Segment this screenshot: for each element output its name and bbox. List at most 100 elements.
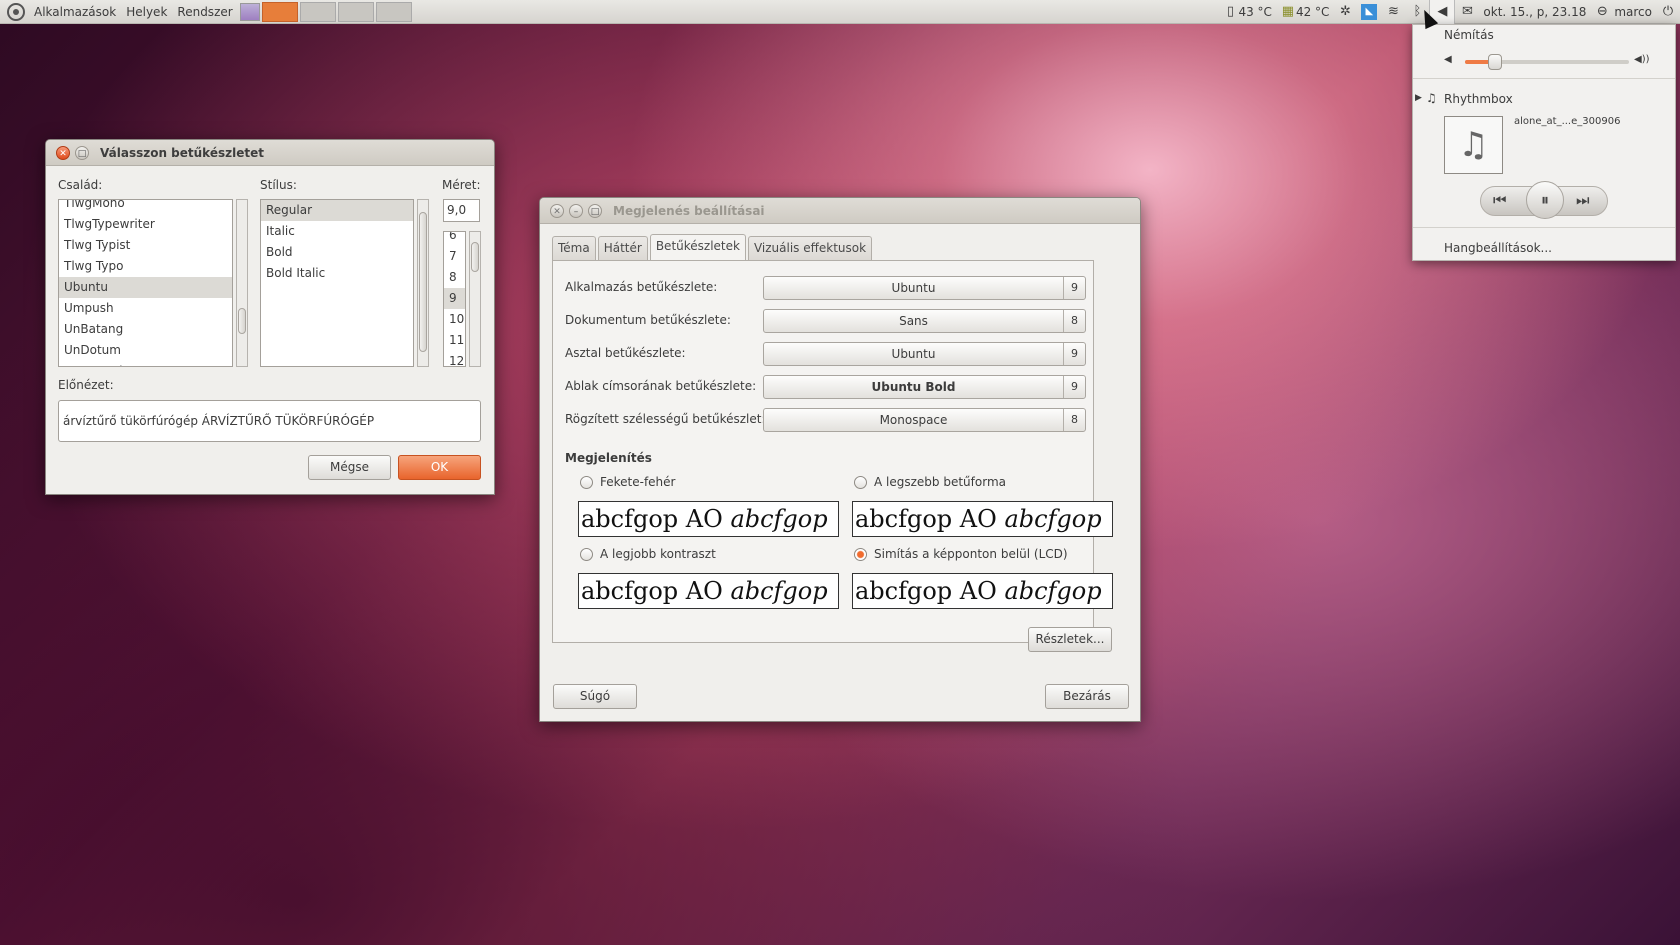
- family-list[interactable]: TlwgMono TlwgTypewriter Tlwg Typist Tlwg Ty…: [58, 199, 233, 367]
- wifi-icon: ≋: [1387, 3, 1399, 19]
- gpu-temp-indicator[interactable]: ▦ 42 °C: [1276, 0, 1333, 24]
- close-button[interactable]: ✕: [550, 203, 564, 218]
- close-window-button[interactable]: Bezárás: [1045, 684, 1129, 709]
- size-list-item[interactable]: 7: [444, 246, 465, 267]
- sound-menu: Némítás ◀ ◀)) ▶ ♫ Rhythmbox ♫ alone_at_.…: [1412, 24, 1676, 261]
- style-scrollbar[interactable]: [417, 199, 429, 367]
- user-indicator[interactable]: ⊖ marco: [1590, 0, 1656, 24]
- previous-track-icon[interactable]: ⏮: [1493, 191, 1507, 209]
- size-scrollbar[interactable]: [469, 231, 481, 367]
- radio-monochrome[interactable]: [580, 476, 593, 489]
- album-art: ♫: [1444, 116, 1503, 174]
- tab-bar: Téma Háttér Betűkészletek Vizuális effek…: [552, 234, 874, 260]
- radio-best-contrast[interactable]: [580, 548, 593, 561]
- workspace-2[interactable]: [299, 1, 336, 22]
- details-button[interactable]: Részletek...: [1028, 627, 1112, 652]
- titlebar: ✕ □ Válasszon betűkészletet: [46, 140, 494, 166]
- taskbar-window-font-dialog[interactable]: [261, 1, 298, 22]
- close-button[interactable]: ✕: [56, 145, 70, 160]
- tab-background[interactable]: Háttér: [597, 236, 648, 260]
- launcher-icon[interactable]: [239, 2, 260, 21]
- family-list-item[interactable]: TlwgMono: [59, 200, 232, 214]
- size-list[interactable]: 6 7 8 9 10 11 12: [443, 231, 466, 367]
- pause-icon: ⏸: [1540, 190, 1549, 209]
- fan-indicator[interactable]: ✲: [1333, 0, 1357, 24]
- radio-best-shapes[interactable]: [854, 476, 867, 489]
- sample-best-shapes[interactable]: abcfgop AO abcfgop: [852, 501, 1113, 537]
- option-label-best-shapes[interactable]: A legszebb betűforma: [874, 475, 1006, 489]
- tab-theme[interactable]: Téma: [552, 236, 596, 260]
- style-list-item[interactable]: Bold Italic: [261, 263, 413, 284]
- session-indicator[interactable]: ⏻: [1656, 0, 1680, 24]
- sample-best-contrast[interactable]: abcfgop AO abcfgop: [578, 573, 839, 609]
- family-list-item[interactable]: Umpush: [59, 298, 232, 319]
- family-list-item[interactable]: UnDotum: [59, 340, 232, 361]
- volume-low-icon: ◀: [1444, 54, 1452, 65]
- menu-applications[interactable]: Alkalmazások: [29, 0, 121, 24]
- size-list-item[interactable]: 6: [444, 232, 465, 246]
- messaging-indicator[interactable]: ✉: [1455, 0, 1479, 24]
- mute-menu-item[interactable]: Némítás: [1444, 28, 1494, 42]
- network-indicator[interactable]: ≋: [1381, 0, 1405, 24]
- tab-visual-effects[interactable]: Vizuális effektusok: [747, 236, 873, 260]
- player-name[interactable]: Rhythmbox: [1444, 92, 1513, 106]
- family-list-item[interactable]: TlwgTypewriter: [59, 214, 232, 235]
- expander-arrow-icon[interactable]: ▶: [1415, 93, 1422, 103]
- size-list-item[interactable]: 9: [444, 288, 465, 309]
- size-list-item[interactable]: 10: [444, 309, 465, 330]
- cpu-temp-indicator[interactable]: ▯ 43 °C: [1218, 0, 1275, 24]
- family-list-item[interactable]: Tlwg Typo: [59, 256, 232, 277]
- workspace-3[interactable]: [337, 1, 374, 22]
- option-label-monochrome[interactable]: Fekete-fehér: [600, 475, 675, 489]
- desktop-font-button[interactable]: Ubuntu 9: [763, 342, 1086, 366]
- window-title-font-button[interactable]: Ubuntu Bold 9: [763, 375, 1086, 399]
- help-button[interactable]: Súgó: [553, 684, 637, 709]
- volume-slider-handle[interactable]: [1487, 54, 1502, 70]
- size-list-item[interactable]: 8: [444, 267, 465, 288]
- menu-places[interactable]: Helyek: [121, 0, 172, 24]
- radio-subpixel-lcd[interactable]: [854, 548, 867, 561]
- preview-label: Előnézet:: [58, 378, 114, 392]
- volume-slider[interactable]: [1465, 54, 1629, 70]
- window-title: Megjelenés beállításai: [613, 203, 765, 218]
- play-pause-button[interactable]: ⏸: [1526, 181, 1564, 219]
- application-font-button[interactable]: Ubuntu 9: [763, 276, 1086, 300]
- fixed-width-font-button[interactable]: Monospace 8: [763, 408, 1086, 432]
- sample-subpixel-lcd[interactable]: abcfgop AO abcfgop: [852, 573, 1113, 609]
- fonts-tab-panel: Alkalmazás betűkészlete: Ubuntu 9 Dokument…: [552, 260, 1113, 652]
- app-indicator[interactable]: ◣: [1357, 0, 1381, 24]
- power-icon: ⏻: [1662, 3, 1674, 19]
- maximize-button[interactable]: □: [588, 203, 602, 218]
- family-list-item[interactable]: UnBatang: [59, 319, 232, 340]
- sound-settings-menu-item[interactable]: Hangbeállítások...: [1444, 241, 1552, 255]
- style-list-item[interactable]: Bold: [261, 242, 413, 263]
- option-label-subpixel-lcd[interactable]: Simítás a képponton belül (LCD): [874, 547, 1068, 561]
- ok-button[interactable]: OK: [398, 455, 481, 480]
- cancel-button[interactable]: Mégse: [308, 455, 391, 480]
- speaker-icon: ◀: [1437, 3, 1448, 19]
- minimize-button[interactable]: –: [569, 203, 583, 218]
- tab-fonts[interactable]: Betűkészletek: [649, 234, 746, 260]
- style-list-item[interactable]: Regular: [261, 200, 413, 221]
- family-list-item[interactable]: Ubuntu: [59, 277, 232, 298]
- size-input[interactable]: 9,0: [443, 199, 480, 222]
- preview-field[interactable]: árvíztűrő tükörfúrógép ÁRVÍZTŰRŐ TÜKÖRFÚ…: [58, 400, 481, 442]
- size-list-item[interactable]: 12: [444, 351, 465, 366]
- next-track-icon[interactable]: ⏭: [1576, 191, 1590, 209]
- ubuntu-logo-icon[interactable]: [7, 2, 25, 21]
- family-list-item[interactable]: URW Bookman L: [59, 361, 232, 366]
- family-scrollbar[interactable]: [236, 199, 248, 367]
- font-row-fixed-width: Rögzített szélességű betűkészlet: Monospa…: [565, 408, 1086, 432]
- sample-monochrome[interactable]: abcfgop AO abcfgop: [578, 501, 839, 537]
- document-font-button[interactable]: Sans 8: [763, 309, 1086, 333]
- size-list-item[interactable]: 11: [444, 330, 465, 351]
- maximize-button[interactable]: □: [75, 145, 89, 160]
- workspace-4[interactable]: [375, 1, 412, 22]
- clock[interactable]: okt. 15., p, 23.18: [1479, 0, 1590, 24]
- option-label-best-contrast[interactable]: A legjobb kontraszt: [600, 547, 716, 561]
- thermometer-icon: ▯: [1226, 3, 1235, 19]
- menu-system[interactable]: Rendszer: [172, 0, 237, 24]
- style-list-item[interactable]: Italic: [261, 221, 413, 242]
- style-list[interactable]: Regular Italic Bold Bold Italic: [260, 199, 414, 367]
- family-list-item[interactable]: Tlwg Typist: [59, 235, 232, 256]
